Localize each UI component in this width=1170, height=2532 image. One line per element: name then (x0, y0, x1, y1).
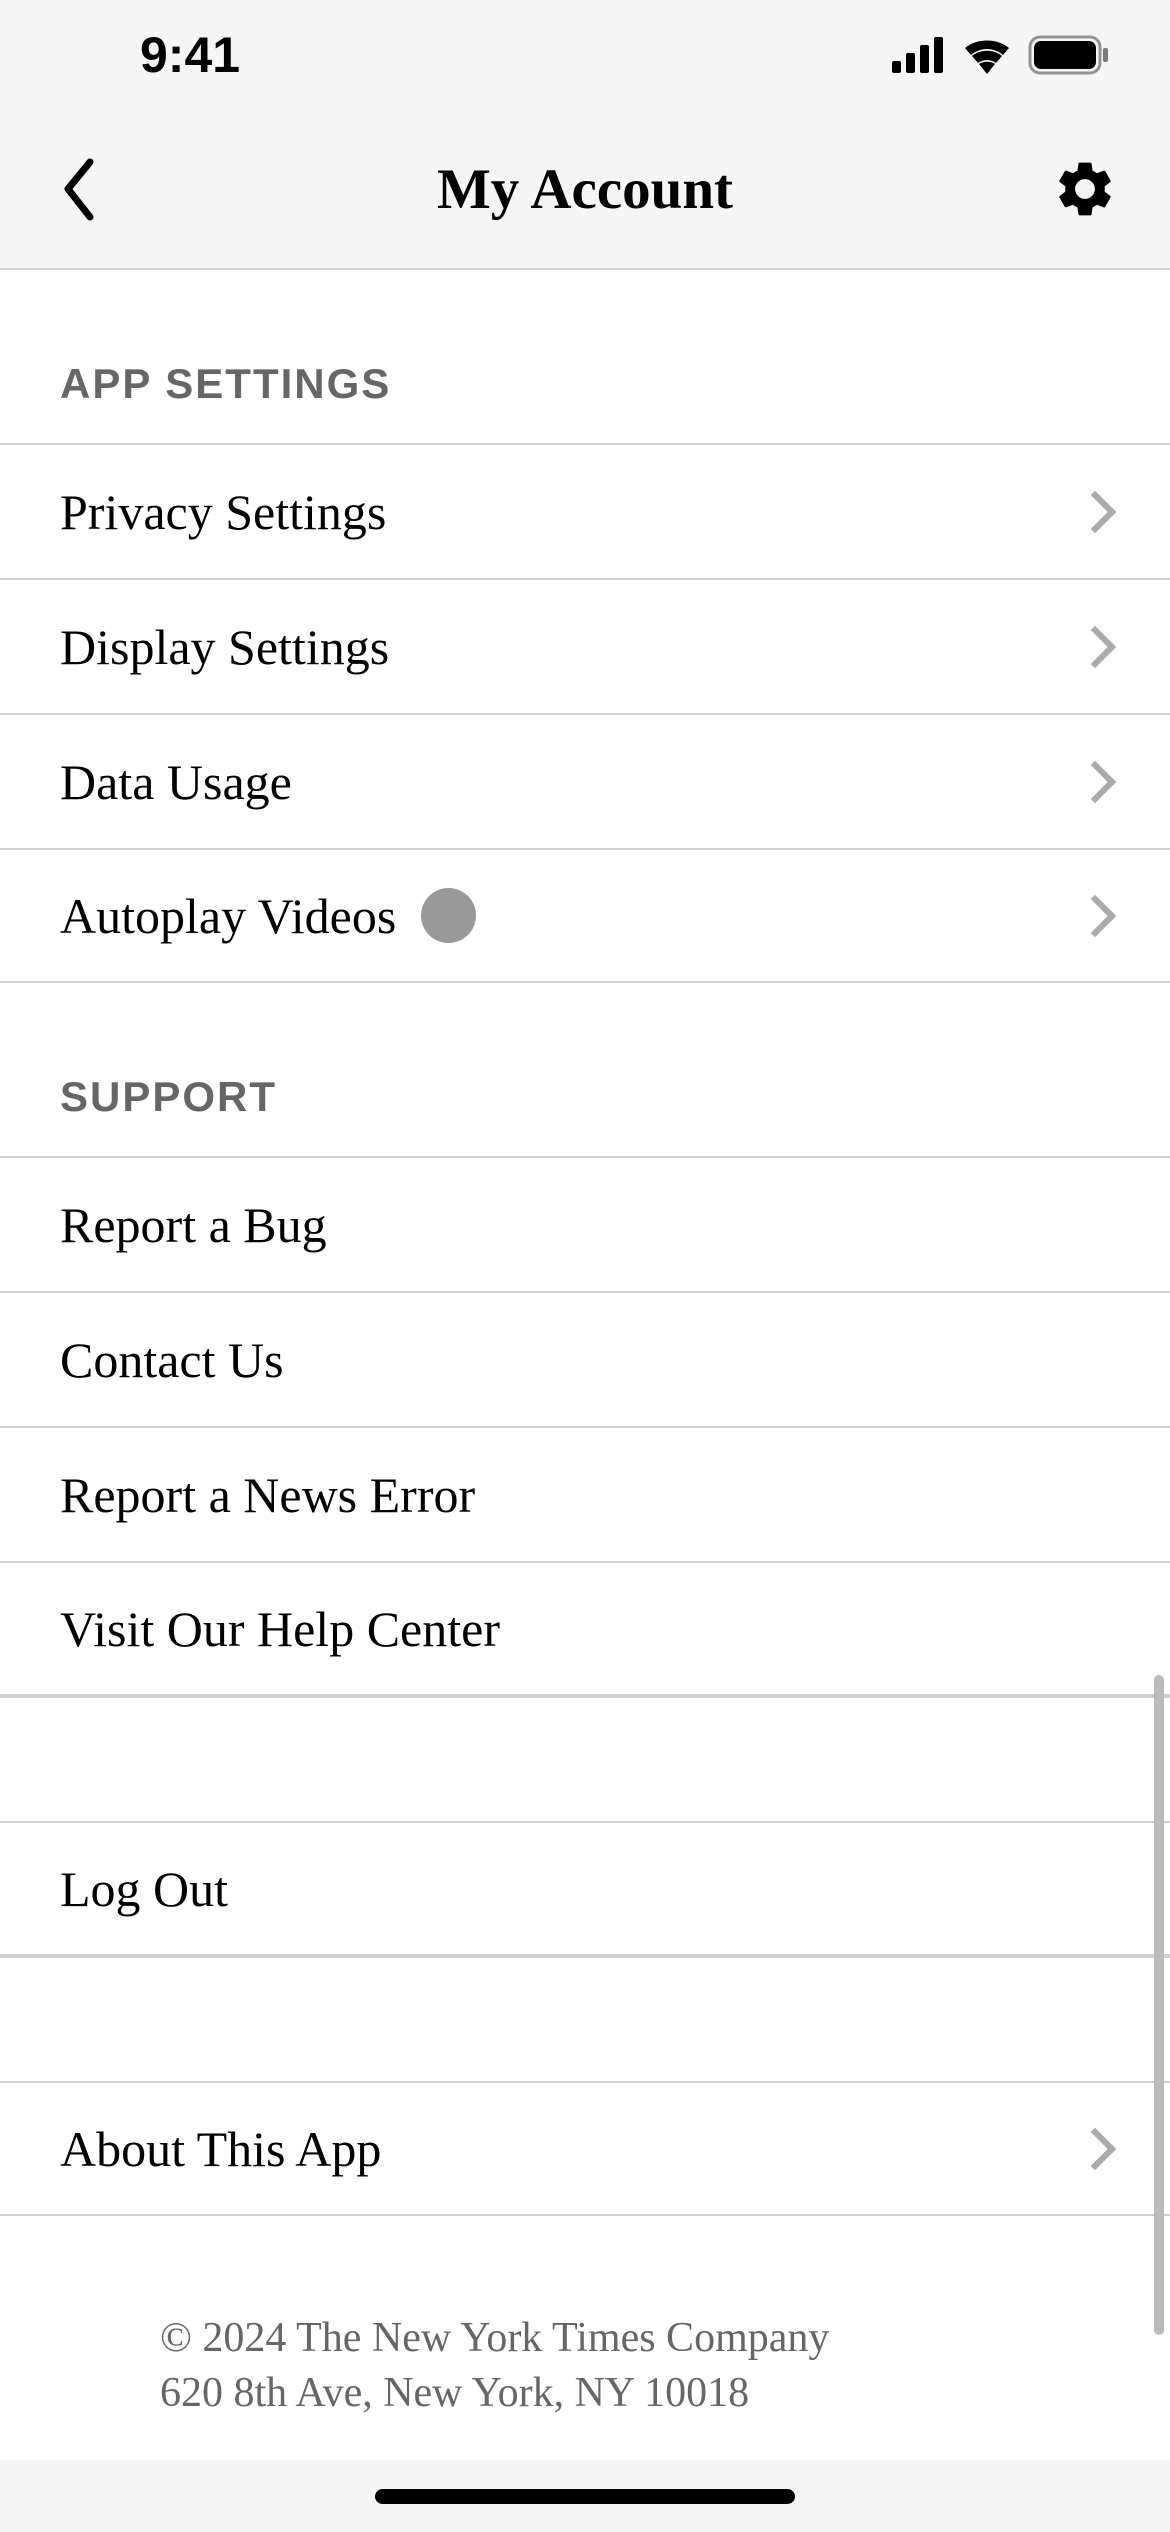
footer-copyright: © 2024 The New York Times Company (160, 2311, 1110, 2366)
row-contact-us[interactable]: Contact Us (0, 1291, 1170, 1426)
row-label: Contact Us (60, 1331, 284, 1389)
cellular-icon (892, 37, 946, 73)
gear-icon (1052, 156, 1118, 222)
chevron-left-icon (60, 157, 100, 222)
section-header-app-settings: APP SETTINGS (0, 270, 1170, 443)
touch-indicator-dot (421, 888, 476, 943)
row-display-settings[interactable]: Display Settings (0, 578, 1170, 713)
wifi-icon (962, 36, 1012, 74)
row-label: Privacy Settings (60, 483, 386, 541)
chevron-right-icon (1074, 625, 1116, 667)
chevron-right-icon (1074, 894, 1116, 936)
header: My Account (0, 110, 1170, 270)
battery-icon (1028, 35, 1110, 75)
spacer (0, 1696, 1170, 1821)
row-help-center[interactable]: Visit Our Help Center (0, 1561, 1170, 1696)
back-button[interactable] (50, 159, 110, 219)
status-time: 9:41 (140, 26, 240, 84)
status-bar: 9:41 (0, 0, 1170, 110)
row-label: Data Usage (60, 753, 292, 811)
scroll-indicator[interactable] (1154, 1675, 1164, 2335)
chevron-right-icon (1074, 490, 1116, 532)
row-label-text: Autoplay Videos (60, 887, 396, 945)
page-title: My Account (437, 157, 733, 222)
content: APP SETTINGS Privacy Settings Display Se… (0, 270, 1170, 2460)
row-label: Autoplay Videos (60, 887, 476, 945)
row-label: About This App (60, 2120, 381, 2178)
row-label: Report a Bug (60, 1196, 327, 1254)
row-privacy-settings[interactable]: Privacy Settings (0, 443, 1170, 578)
row-label: Display Settings (60, 618, 389, 676)
section-header-support: SUPPORT (0, 983, 1170, 1156)
chevron-right-icon (1074, 2127, 1116, 2169)
row-data-usage[interactable]: Data Usage (0, 713, 1170, 848)
spacer (0, 1956, 1170, 2081)
chevron-right-icon (1074, 760, 1116, 802)
row-log-out[interactable]: Log Out (0, 1821, 1170, 1956)
footer-address: 620 8th Ave, New York, NY 10018 (160, 2366, 1110, 2421)
row-about-app[interactable]: About This App (0, 2081, 1170, 2216)
row-autoplay-videos[interactable]: Autoplay Videos (0, 848, 1170, 983)
row-label: Visit Our Help Center (60, 1600, 500, 1658)
row-label: Report a News Error (60, 1466, 475, 1524)
settings-button[interactable] (1050, 154, 1120, 224)
status-icons (892, 35, 1110, 75)
row-report-news-error[interactable]: Report a News Error (0, 1426, 1170, 1561)
home-indicator[interactable] (375, 2489, 795, 2504)
row-report-bug[interactable]: Report a Bug (0, 1156, 1170, 1291)
footer: © 2024 The New York Times Company 620 8t… (0, 2216, 1170, 2460)
row-label: Log Out (60, 1860, 228, 1918)
